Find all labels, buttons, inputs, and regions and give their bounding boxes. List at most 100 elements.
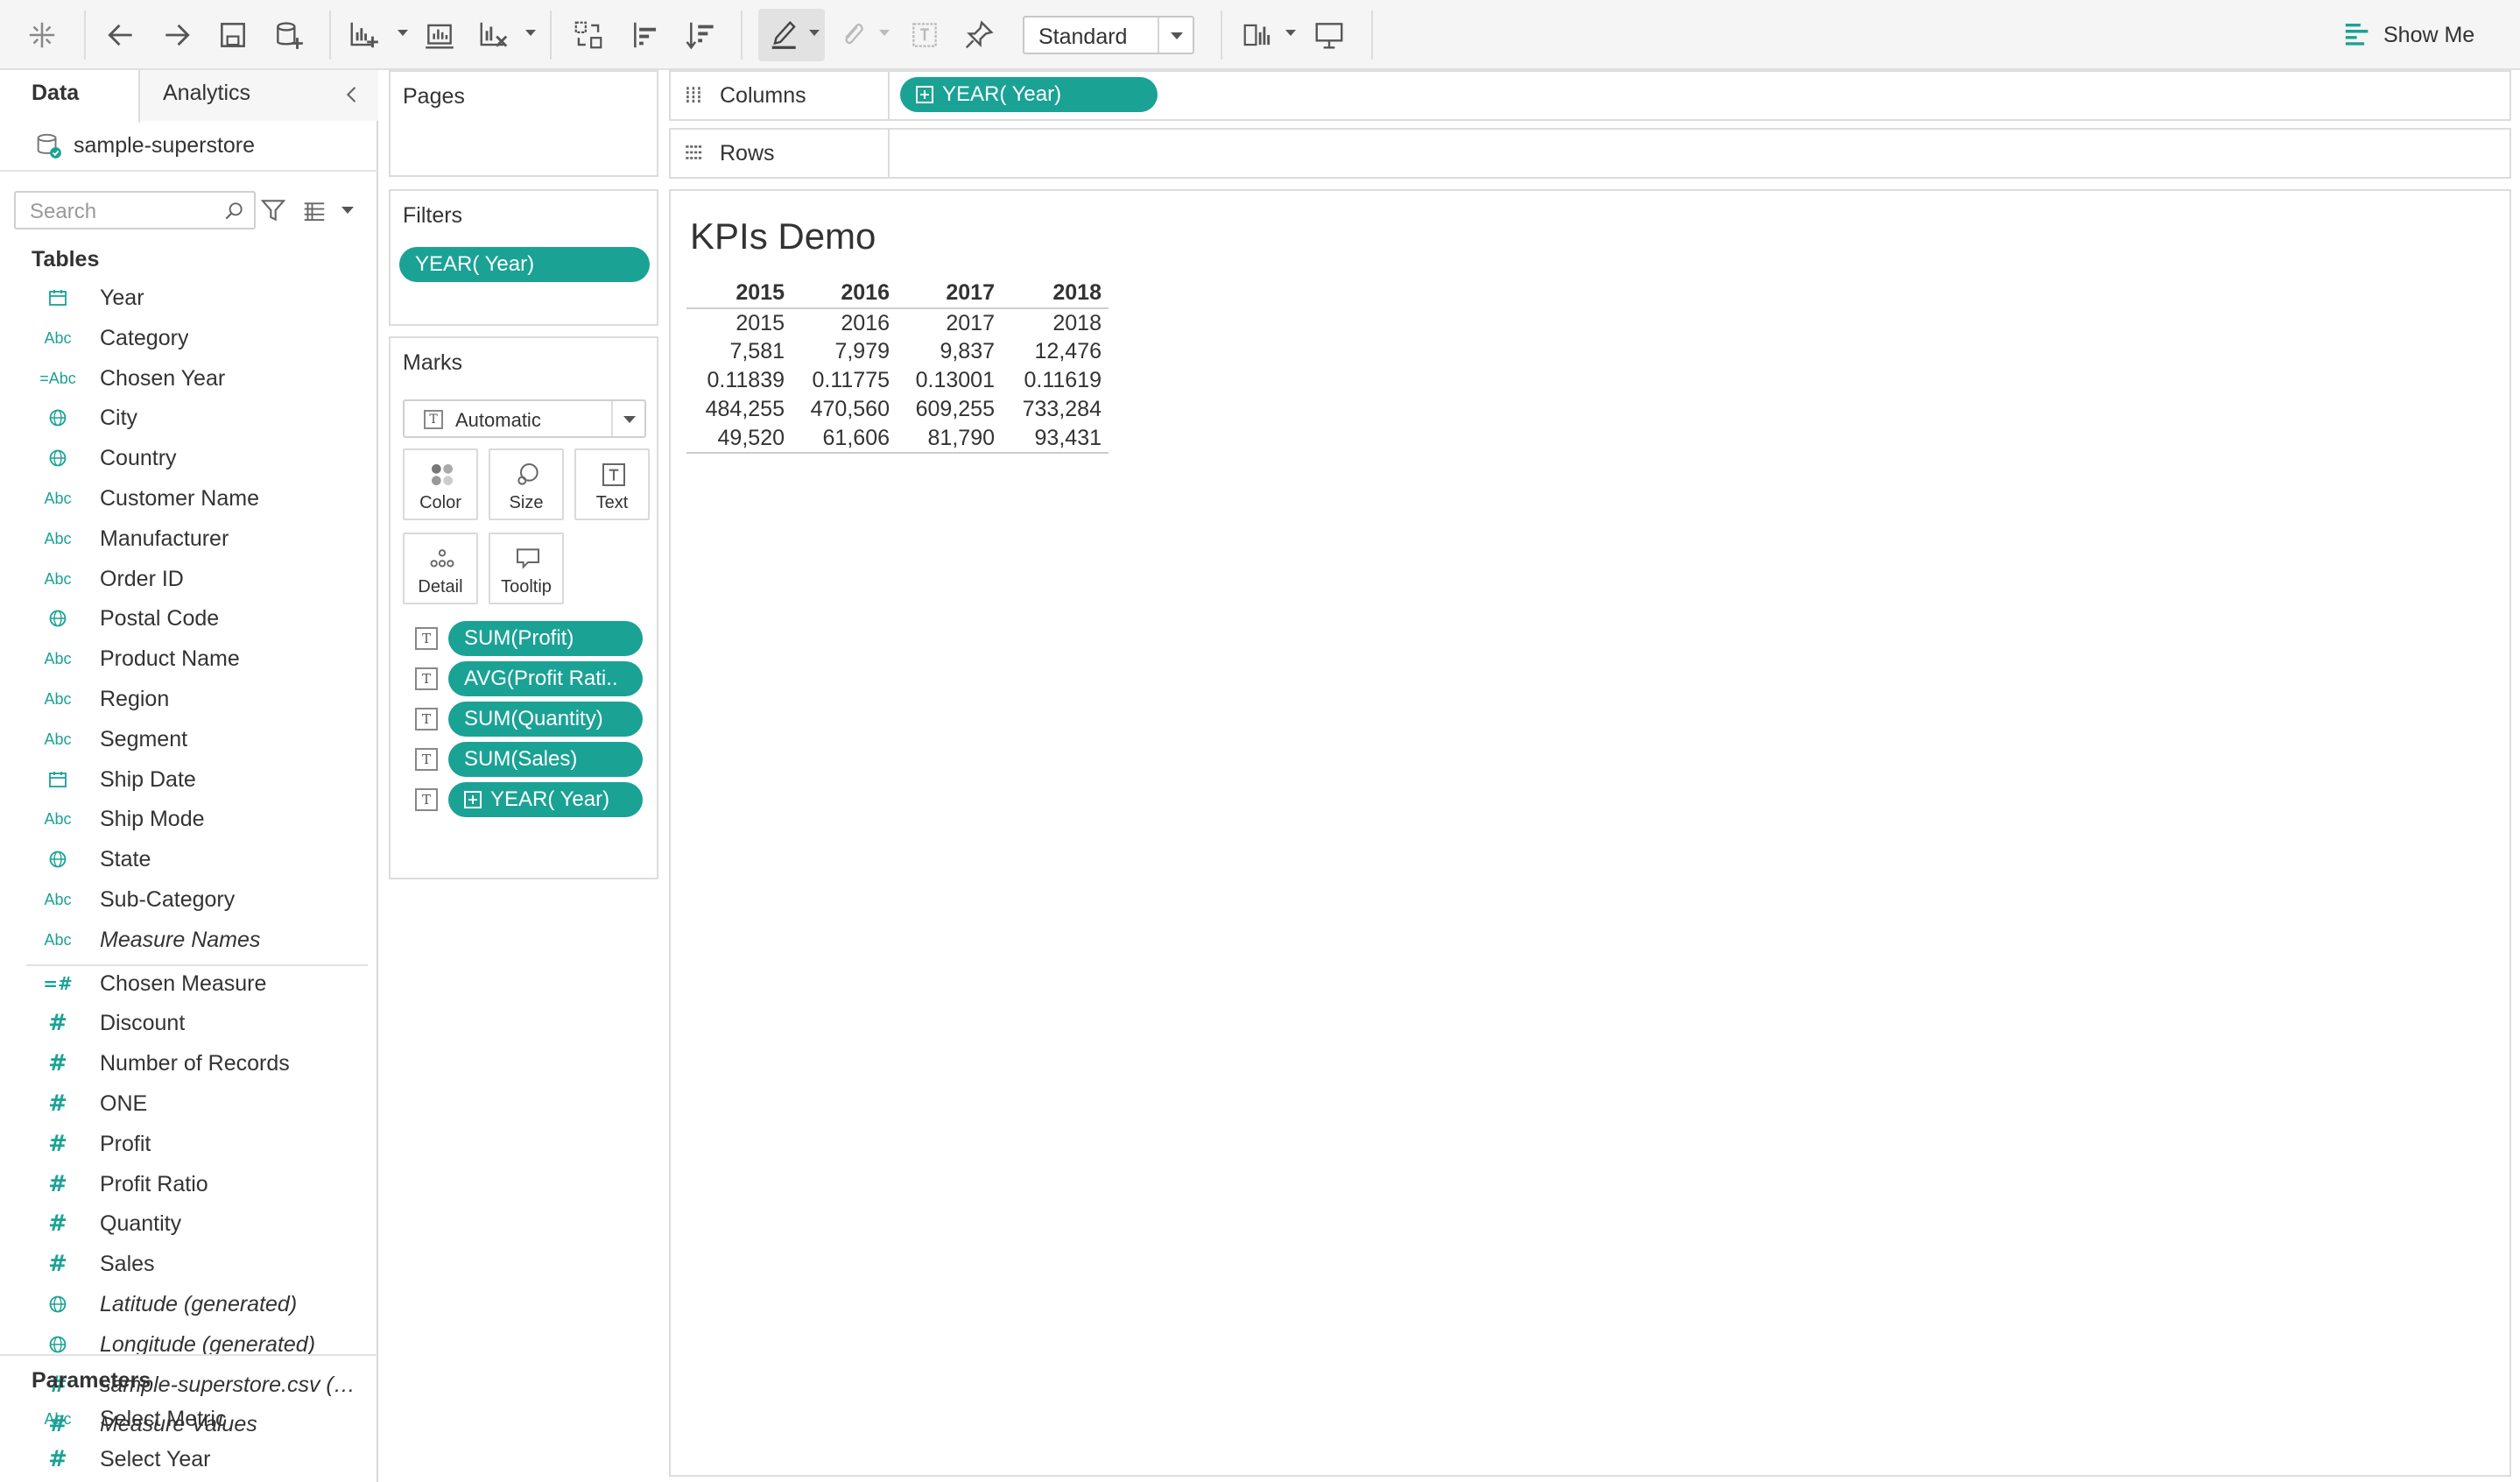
field-item[interactable]: Year — [33, 280, 366, 315]
text-encoding-icon[interactable]: T — [415, 627, 438, 650]
detail-button[interactable]: Detail — [403, 533, 478, 604]
field-item[interactable]: Longitude (generated) — [33, 1327, 366, 1362]
marks-field-row[interactable]: T SUM(Profit) — [415, 620, 643, 657]
tab-data[interactable]: Data — [0, 70, 140, 123]
field-item[interactable]: Abc Sub-Category — [33, 882, 366, 917]
highlight-icon[interactable] — [765, 16, 804, 54]
table-cell[interactable]: 61,606 — [792, 424, 897, 454]
table-cell[interactable]: 609,255 — [897, 395, 1002, 424]
column-header[interactable]: 2015 — [686, 279, 792, 309]
table-cell[interactable]: 0.11619 — [1002, 366, 1109, 395]
show-me-button[interactable]: Show Me — [2343, 18, 2474, 53]
size-button[interactable]: Size — [489, 448, 564, 520]
worksheet-view[interactable]: KPIs Demo 2015 2016 2017 2018 2015 2016 … — [669, 189, 2511, 1477]
format-labels-icon[interactable] — [905, 16, 944, 54]
field-item[interactable]: Abc Segment — [33, 722, 366, 757]
field-item[interactable]: # Number of Records — [33, 1046, 366, 1081]
field-item[interactable]: Latitude (generated) — [33, 1287, 366, 1322]
show-cards-caret[interactable] — [1285, 30, 1296, 36]
marks-field-row[interactable]: T SUM(Quantity) — [415, 701, 643, 737]
field-item[interactable]: # Profit — [33, 1126, 366, 1161]
sort-descending-icon[interactable] — [683, 16, 722, 54]
table-cell[interactable]: 12,476 — [1002, 337, 1109, 366]
marks-field-row[interactable]: T AVG(Profit Rati.. — [415, 660, 643, 697]
table-cell[interactable]: 2017 — [897, 308, 1002, 337]
field-item[interactable]: =# Chosen Measure — [33, 966, 366, 1001]
marks-pill[interactable]: SUM(Sales) — [448, 742, 643, 777]
crosstab-table[interactable]: 2015 2016 2017 2018 2015 2016 2017 2018 … — [686, 279, 1109, 454]
text-encoding-icon[interactable]: T — [415, 748, 438, 771]
clear-sheet-caret[interactable] — [525, 30, 536, 36]
pages-card[interactable]: Pages — [389, 70, 658, 177]
annotate-icon[interactable] — [834, 16, 872, 54]
show-cards-icon[interactable] — [1238, 16, 1277, 54]
field-item[interactable]: # Quantity — [33, 1206, 366, 1241]
clear-sheet-icon[interactable] — [475, 16, 513, 54]
columns-pill-year[interactable]: YEAR( Year) — [900, 77, 1158, 112]
field-item[interactable]: # Discount — [33, 1006, 366, 1041]
pin-icon[interactable] — [960, 16, 998, 54]
field-item[interactable]: Abc Measure Names — [33, 922, 366, 957]
expand-icon[interactable] — [464, 791, 482, 808]
table-cell[interactable]: 81,790 — [897, 424, 1002, 454]
table-cell[interactable]: 9,837 — [897, 337, 1002, 366]
presentation-icon[interactable] — [1310, 16, 1348, 54]
filters-card[interactable]: Filters YEAR( Year) — [389, 189, 658, 326]
columns-shelf[interactable]: Columns YEAR( Year) — [669, 70, 2511, 121]
collapse-pane-icon[interactable] — [340, 82, 364, 107]
field-item[interactable]: # ONE — [33, 1086, 366, 1121]
field-item[interactable]: Abc Category — [33, 321, 366, 356]
table-cell[interactable]: 0.11775 — [792, 366, 897, 395]
field-item[interactable]: # Select Year — [33, 1442, 366, 1477]
duplicate-sheet-icon[interactable] — [420, 16, 459, 54]
field-item[interactable]: Abc Product Name — [33, 641, 366, 676]
field-item[interactable]: # Sales — [33, 1246, 366, 1281]
field-item[interactable]: Abc Ship Mode — [33, 801, 366, 836]
field-item[interactable]: Abc Customer Name — [33, 481, 366, 516]
field-item[interactable]: =Abc Chosen Year — [33, 361, 366, 396]
text-encoding-icon[interactable]: T — [415, 667, 438, 690]
field-item[interactable]: City — [33, 400, 366, 435]
table-cell[interactable]: 2018 — [1002, 308, 1109, 337]
table-cell[interactable]: 93,431 — [1002, 424, 1109, 454]
field-item[interactable]: State — [33, 842, 366, 877]
table-cell[interactable]: 7,581 — [686, 337, 792, 366]
tableau-logo-icon[interactable] — [23, 16, 61, 54]
list-view-icon[interactable] — [301, 198, 327, 224]
rows-shelf[interactable]: Rows — [669, 128, 2511, 179]
marks-field-row[interactable]: T YEAR( Year) — [415, 781, 643, 818]
table-cell[interactable]: 49,520 — [686, 424, 792, 454]
filter-pill-year[interactable]: YEAR( Year) — [399, 247, 650, 282]
table-cell[interactable]: 2016 — [792, 308, 897, 337]
field-item[interactable]: Abc Select Metric — [33, 1401, 366, 1436]
view-options-caret[interactable] — [341, 207, 354, 214]
marks-pill[interactable]: SUM(Quantity) — [448, 702, 643, 737]
marks-pill[interactable]: SUM(Profit) — [448, 621, 643, 656]
marks-pill[interactable]: AVG(Profit Rati.. — [448, 661, 643, 696]
undo-icon[interactable] — [102, 16, 140, 54]
column-header[interactable]: 2018 — [1002, 279, 1109, 309]
column-header[interactable]: 2017 — [897, 279, 1002, 309]
filter-icon[interactable] — [259, 196, 287, 224]
fit-dropdown[interactable]: Standard — [1023, 16, 1194, 54]
redo-icon[interactable] — [158, 16, 196, 54]
search-input[interactable]: Search — [14, 191, 256, 229]
save-icon[interactable] — [214, 16, 252, 54]
column-header[interactable]: 2016 — [792, 279, 897, 309]
datasource-item[interactable]: sample-superstore — [33, 128, 255, 163]
table-cell[interactable]: 484,255 — [686, 395, 792, 424]
table-cell[interactable]: 0.13001 — [897, 366, 1002, 395]
field-item[interactable]: Country — [33, 441, 366, 476]
field-item[interactable]: Abc Region — [33, 681, 366, 716]
field-item[interactable]: # Profit Ratio — [33, 1167, 366, 1202]
new-worksheet-caret[interactable] — [398, 30, 408, 36]
tooltip-button[interactable]: Tooltip — [489, 533, 564, 604]
new-worksheet-icon[interactable] — [345, 16, 384, 54]
field-item[interactable]: Abc Order ID — [33, 561, 366, 596]
table-cell[interactable]: 470,560 — [792, 395, 897, 424]
field-item[interactable]: Postal Code — [33, 601, 366, 636]
swap-icon[interactable] — [569, 16, 608, 54]
table-cell[interactable]: 0.11839 — [686, 366, 792, 395]
color-button[interactable]: Color — [403, 448, 478, 520]
text-encoding-icon[interactable]: T — [415, 708, 438, 730]
